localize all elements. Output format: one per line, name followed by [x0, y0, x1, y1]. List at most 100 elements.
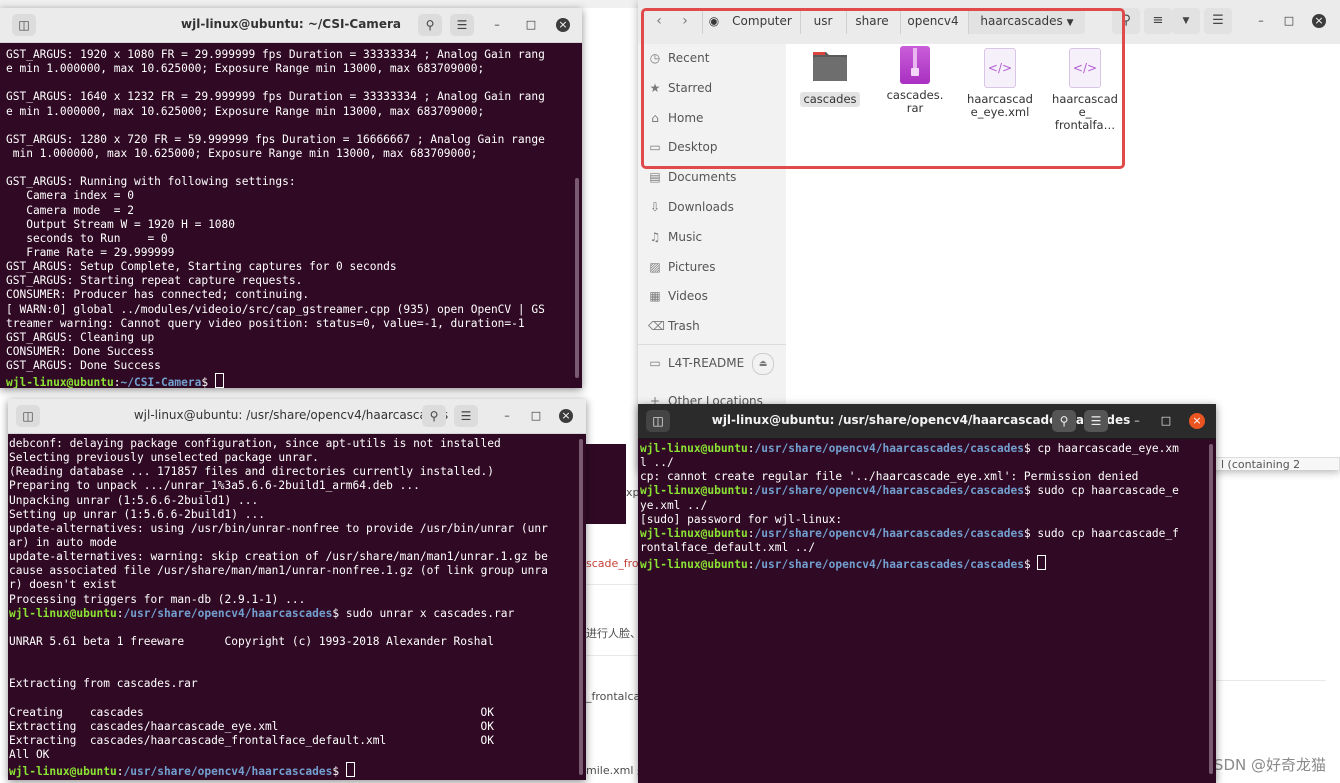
terminal-line: GST_ARGUS: Setup Complete, Starting capt…	[6, 260, 397, 274]
prompt-line: wjl-linux@ubuntu:/usr/share/opencv4/haar…	[9, 607, 585, 621]
terminal-window-cascades: ◫ wjl-linux@ubuntu: /usr/share/opencv4/h…	[638, 404, 1216, 783]
prompt-command: $ sudo cp haarcascade_f	[1023, 526, 1179, 540]
text-cursor	[214, 373, 224, 388]
prompt-line: wjl-linux@ubuntu:~/CSI-Camera$	[6, 373, 576, 388]
divider	[1216, 680, 1326, 681]
terminal-window-csi-camera: ◫ wjl-linux@ubuntu: ~/CSI-Camera ⚲ ☰ – □…	[0, 8, 582, 388]
menu-button[interactable]: ☰	[1204, 8, 1232, 34]
terminal-line: Frame Rate = 29.999999	[6, 245, 175, 259]
highlight-box	[641, 8, 1125, 169]
terminal-line: Creating cascades OK	[9, 705, 494, 719]
terminal-line: seconds to Run = 0	[6, 231, 168, 245]
document-icon: ▤	[649, 170, 661, 185]
prompt-separator: :	[747, 558, 755, 572]
text-cursor	[1037, 555, 1047, 571]
maximize-button[interactable]: □	[1159, 414, 1173, 428]
terminal-line: Selecting previously unselected package …	[9, 451, 319, 465]
terminal-line: GST_ARGUS: 1920 x 1080 FR = 29.999999 fp…	[6, 48, 545, 61]
view-list-button[interactable]: ≡	[1144, 8, 1172, 34]
prompt-path: /usr/share/opencv4/haarcascades/cascades	[754, 442, 1024, 455]
terminal-line: Output Stream W = 1920 H = 1080	[6, 217, 236, 231]
menu-button[interactable]: ☰	[454, 405, 478, 427]
sidebar-item-label: Documents	[668, 170, 737, 185]
terminal-output[interactable]: debconf: delaying package configuration,…	[8, 437, 586, 780]
prompt-path: /usr/share/opencv4/haarcascades/cascades	[754, 484, 1024, 498]
prompt-separator: :	[747, 442, 755, 455]
terminal-line: Processing triggers for man-db (2.9.1-1)…	[9, 592, 306, 606]
download-icon: ⇩	[649, 200, 661, 214]
terminal-line: Unpacking unrar (1:5.6.6-2build1) ...	[9, 493, 259, 507]
close-button[interactable]: ×	[1312, 14, 1326, 28]
maximize-button[interactable]: □	[529, 409, 543, 423]
prompt-user: wjl-linux@ubuntu	[640, 442, 748, 455]
terminal-line: cause associated file /usr/share/man/man…	[9, 564, 548, 578]
search-button[interactable]: ⚲	[422, 405, 446, 427]
prompt-user: wjl-linux@ubuntu	[6, 376, 114, 388]
terminal-line: UNRAR 5.61 beta 1 freeware Copyright (c)…	[9, 634, 494, 648]
terminal-line: ar) in auto mode	[9, 535, 117, 549]
minimize-button[interactable]: –	[500, 409, 514, 423]
eject-icon[interactable]: ⏏	[752, 353, 774, 375]
minimize-button[interactable]: –	[490, 18, 504, 32]
minimize-button[interactable]: –	[1130, 414, 1144, 428]
menu-button[interactable]: ☰	[450, 14, 474, 36]
sidebar-item-music[interactable]: ♫ Music	[638, 224, 786, 252]
minimize-button[interactable]: –	[1254, 14, 1268, 28]
view-options-button[interactable]: ▼	[1172, 8, 1200, 34]
sidebar-item-videos[interactable]: ▦ Videos	[638, 283, 786, 311]
terminal-output[interactable]: wjl-linux@ubuntu:/usr/share/opencv4/haar…	[638, 442, 1216, 783]
prompt-separator: :	[116, 765, 124, 779]
scrollbar[interactable]	[575, 178, 579, 378]
prompt-user: wjl-linux@ubuntu	[640, 558, 748, 572]
prompt-path: /usr/share/opencv4/haarcascades/cascades	[754, 526, 1024, 540]
terminal-line: Setting up unrar (1:5.6.6-2build1) ...	[9, 507, 265, 521]
scrollbar[interactable]	[1209, 444, 1213, 774]
video-icon: ▦	[649, 289, 661, 304]
prompt-command: $	[201, 376, 215, 388]
maximize-button[interactable]: □	[524, 18, 538, 32]
terminal-line: l ../	[640, 456, 674, 470]
terminal-line: update-alternatives: using /usr/bin/unra…	[9, 521, 548, 535]
terminal-line: Extracting from cascades.rar	[9, 677, 198, 691]
terminal-line: [ WARN:0] global ../modules/videoio/src/…	[6, 302, 545, 316]
divider	[586, 655, 638, 656]
terminal-line: update-alternatives: warning: skip creat…	[9, 550, 548, 564]
terminal-output[interactable]: GST_ARGUS: 1920 x 1080 FR = 29.999999 fp…	[0, 48, 582, 388]
sidebar-item-pictures[interactable]: ▨ Pictures	[638, 254, 786, 282]
prompt-path: /usr/share/opencv4/haarcascades	[123, 765, 333, 779]
close-button[interactable]: ×	[1189, 413, 1205, 429]
prompt-path: /usr/share/opencv4/haarcascades	[123, 606, 333, 620]
prompt-separator: :	[747, 484, 755, 498]
prompt-path: ~/CSI-Camera	[120, 376, 202, 388]
prompt-command: $ sudo unrar x cascades.rar	[332, 606, 515, 620]
terminal-line: treamer warning: Cannot query video posi…	[6, 316, 525, 330]
terminal-line: e min 1.000000, max 10.625000; Exposure …	[6, 62, 485, 76]
prompt-command: $ cp haarcascade_eye.xm	[1023, 442, 1179, 455]
sidebar-item-drive[interactable]: ▭ L4T-README ⏏	[638, 350, 786, 378]
prompt-line: wjl-linux@ubuntu:/usr/share/opencv4/haar…	[640, 527, 1214, 541]
sidebar-item-trash[interactable]: ⌫ Trash	[638, 313, 786, 341]
menu-button[interactable]: ☰	[1084, 410, 1108, 432]
sidebar-item-label: Trash	[668, 319, 700, 334]
search-button[interactable]: ⚲	[1052, 410, 1076, 432]
scrollbar[interactable]	[579, 439, 583, 775]
close-button[interactable]: ×	[559, 409, 573, 423]
sidebar-item-downloads[interactable]: ⇩ Downloads	[638, 194, 786, 222]
maximize-button[interactable]: □	[1282, 14, 1296, 28]
terminal-window-haarcascades: ◫ wjl-linux@ubuntu: /usr/share/opencv4/h…	[8, 399, 586, 780]
close-button[interactable]: ×	[556, 18, 570, 32]
prompt-command: $	[332, 765, 346, 779]
search-button[interactable]: ⚲	[418, 14, 442, 36]
terminal-line: min 1.000000, max 10.625000; Exposure Ra…	[6, 146, 478, 160]
prompt-path: /usr/share/opencv4/haarcascades/cascades	[754, 558, 1024, 572]
terminal-line: Preparing to unpack .../unrar_1%3a5.6.6-…	[9, 479, 420, 493]
terminal-line: debconf: delaying package configuration,…	[9, 437, 501, 450]
sidebar-item-label: Music	[668, 229, 703, 244]
sidebar-item-label: L4T-README	[668, 356, 745, 370]
terminal-line: Camera index = 0	[6, 189, 134, 203]
